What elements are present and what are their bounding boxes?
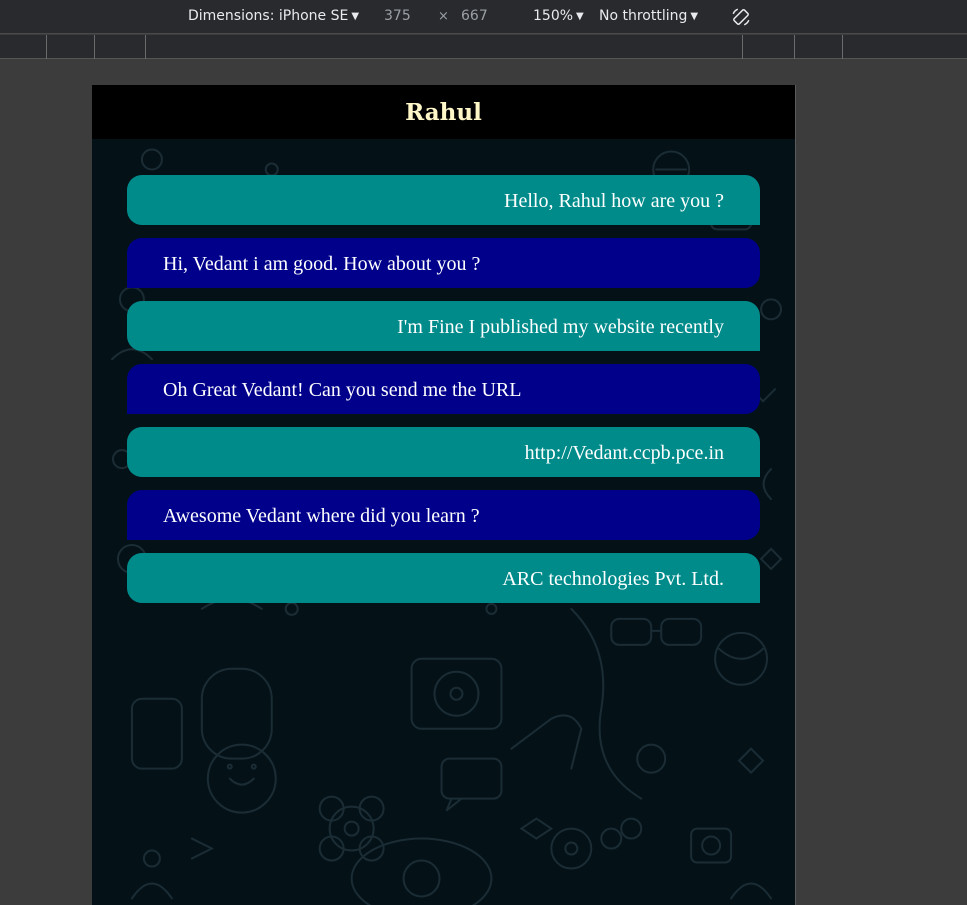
- height-input[interactable]: 667: [461, 8, 488, 24]
- message-list: Hello, Rahul how are you ? Hi, Vedant i …: [127, 175, 760, 616]
- rotate-icon[interactable]: [730, 6, 752, 28]
- dimensions-dropdown[interactable]: Dimensions: iPhone SE ▼: [188, 8, 359, 24]
- message-sent: http://Vedant.ccpb.pce.in: [127, 427, 760, 477]
- device-toolbar: Dimensions: iPhone SE ▼ 375 × 667 150% ▼ N…: [0, 0, 967, 34]
- contact-name: Rahul: [405, 99, 482, 126]
- zoom-label: 150%: [533, 8, 574, 24]
- message-received: Hi, Vedant i am good. How about you ?: [127, 238, 760, 288]
- chevron-down-icon: ▼: [690, 11, 699, 22]
- dimensions-label: Dimensions: iPhone SE: [188, 8, 349, 24]
- width-input[interactable]: 375: [384, 8, 411, 24]
- message-sent: Hello, Rahul how are you ?: [127, 175, 760, 225]
- throttling-label: No throttling: [599, 8, 688, 24]
- message-received: Oh Great Vedant! Can you send me the URL: [127, 364, 760, 414]
- chevron-down-icon: ▼: [576, 11, 584, 22]
- zoom-dropdown[interactable]: 150% ▼: [533, 8, 584, 24]
- media-query-ruler: [0, 35, 967, 59]
- message-received: Awesome Vedant where did you learn ?: [127, 490, 760, 540]
- throttling-dropdown[interactable]: No throttling ▼: [599, 8, 698, 24]
- device-viewport: Rahul Hello, Rahul how are you ? Hi, Ved…: [92, 85, 796, 905]
- message-sent: I'm Fine I published my website recently: [127, 301, 760, 351]
- times-separator: ×: [438, 9, 449, 24]
- message-sent: ARC technologies Pvt. Ltd.: [127, 553, 760, 603]
- chevron-down-icon: ▼: [351, 11, 360, 22]
- chat-header: Rahul: [92, 85, 795, 139]
